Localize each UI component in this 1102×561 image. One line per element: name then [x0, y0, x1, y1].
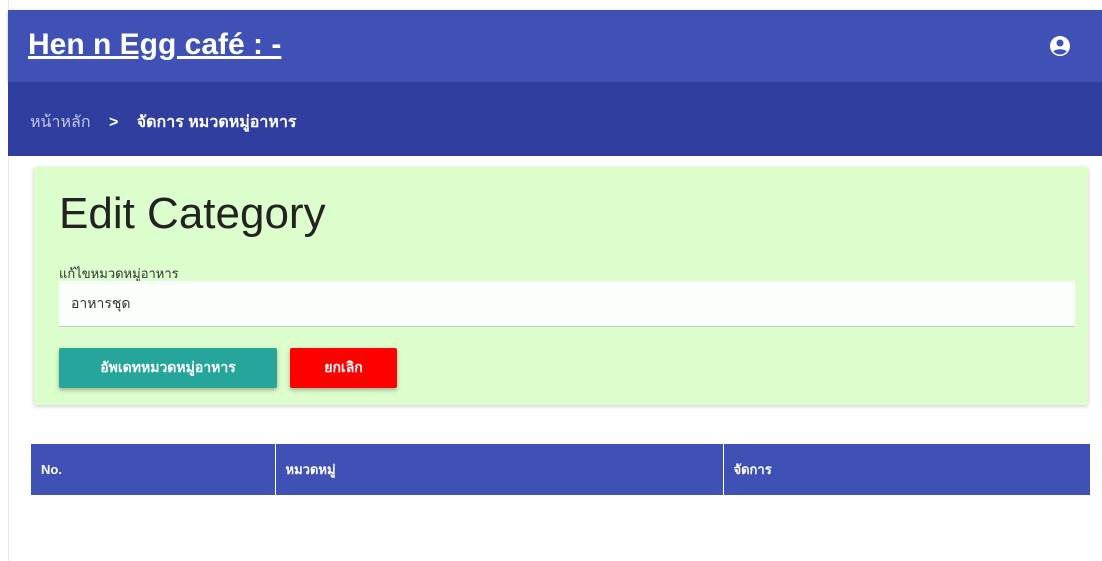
page: Hen n Egg café : - หน้าหลัก > จัดการ หมว…	[0, 0, 1102, 561]
category-name-input[interactable]	[59, 281, 1075, 327]
column-header-manage: จัดการ	[723, 444, 1090, 495]
column-header-no: No.	[31, 444, 276, 495]
breadcrumb-current: จัดการ หมวดหมู่อาหาร	[136, 114, 297, 131]
breadcrumb: หน้าหลัก > จัดการ หมวดหมู่อาหาร	[30, 110, 297, 135]
breadcrumb-home-link[interactable]: หน้าหลัก	[30, 114, 91, 131]
cancel-button[interactable]: ยกเลิก	[290, 348, 397, 388]
breadcrumb-bar: หน้าหลัก > จัดการ หมวดหมู่อาหาร	[8, 82, 1102, 156]
column-header-category: หมวดหมู่	[275, 444, 724, 495]
table-header-row: No. หมวดหมู่ จัดการ	[31, 444, 1090, 495]
category-table: No. หมวดหมู่ จัดการ	[31, 444, 1090, 495]
brand-title-link[interactable]: Hen n Egg café : -	[28, 28, 281, 62]
update-category-button[interactable]: อัพเดทหมวดหมู่อาหาร	[59, 348, 277, 388]
breadcrumb-separator: >	[108, 114, 119, 131]
category-table-header: No. หมวดหมู่ จัดการ	[31, 444, 1090, 495]
edit-category-card: Edit Category แก้ไขหมวดหมู่อาหาร อัพเดทห…	[34, 167, 1088, 405]
account-circle-icon[interactable]	[1048, 34, 1072, 58]
account-circle-icon-svg	[1050, 36, 1070, 56]
page-title: Edit Category	[59, 189, 326, 238]
top-app-bar: Hen n Egg café : -	[8, 10, 1102, 82]
